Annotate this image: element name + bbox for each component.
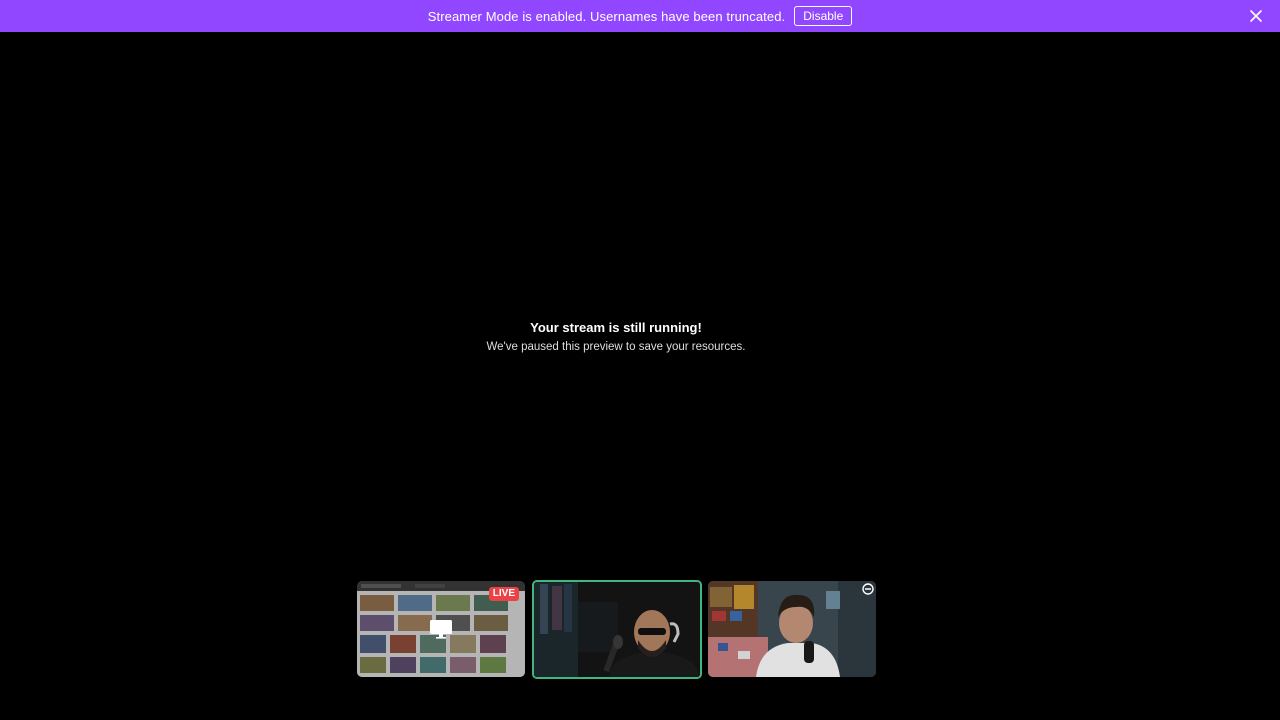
disable-streamer-mode-button[interactable]: Disable bbox=[794, 6, 853, 26]
camera-tile-speaking[interactable] bbox=[532, 580, 702, 679]
camera-feed-thumbnail-2 bbox=[708, 581, 876, 677]
streamer-mode-message: Streamer Mode is enabled. Usernames have… bbox=[427, 8, 786, 24]
camera-tile[interactable] bbox=[708, 581, 876, 677]
streamer-mode-banner: Streamer Mode is enabled. Usernames have… bbox=[0, 0, 1280, 32]
paused-title: Your stream is still running! bbox=[530, 320, 702, 335]
participant-tiles: LIVE bbox=[356, 580, 878, 679]
close-icon[interactable] bbox=[1248, 8, 1264, 24]
paused-preview-message: Your stream is still running! We've paus… bbox=[0, 320, 1280, 353]
camera-feed-thumbnail bbox=[534, 582, 700, 677]
paused-subtitle: We've paused this preview to save your r… bbox=[486, 341, 746, 353]
corner-icon bbox=[861, 582, 875, 596]
screen-share-icon bbox=[429, 617, 453, 641]
live-badge: LIVE bbox=[488, 587, 519, 601]
screen-share-tile[interactable]: LIVE bbox=[357, 581, 525, 677]
stream-stage: Your stream is still running! We've paus… bbox=[0, 32, 1280, 720]
